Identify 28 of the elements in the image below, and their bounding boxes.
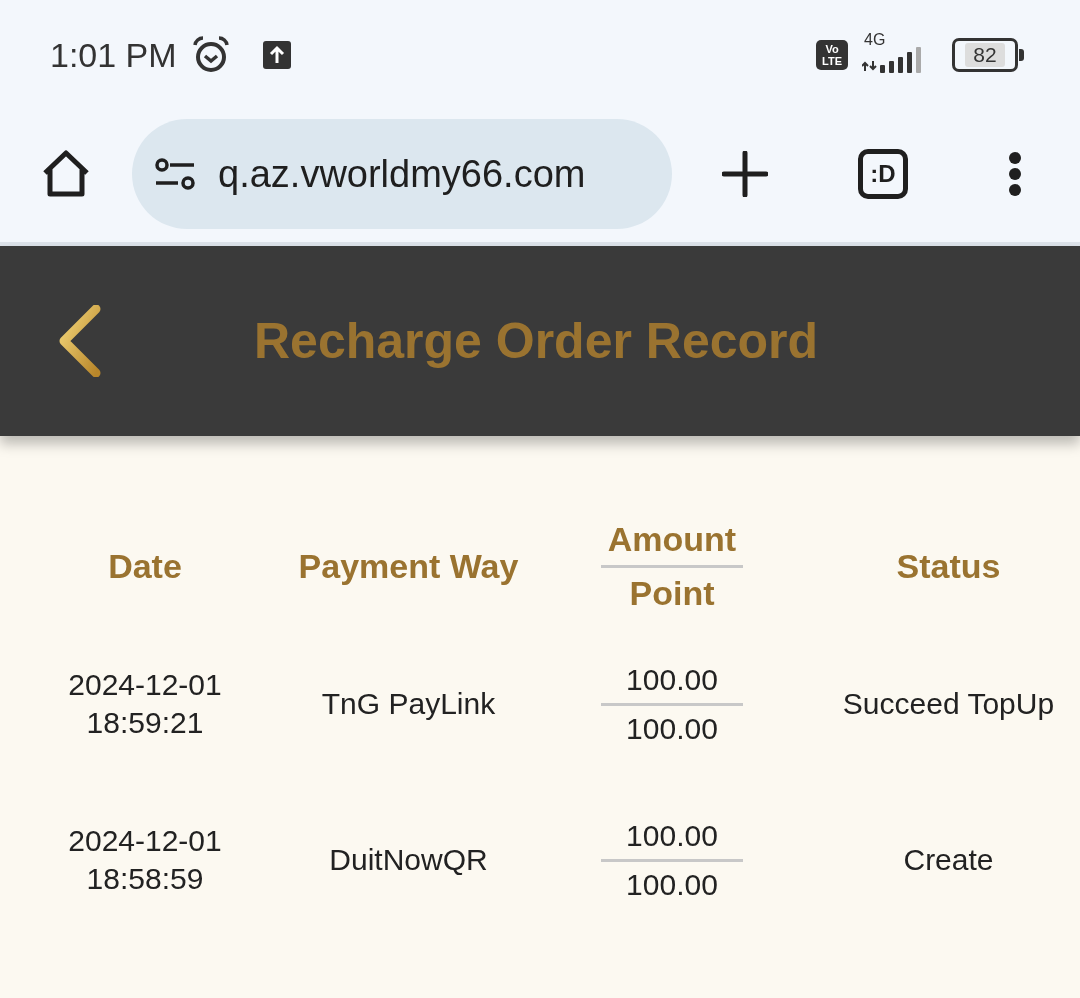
- new-tab-icon[interactable]: [722, 151, 768, 197]
- table-cell: 100.00: [601, 656, 743, 706]
- more-menu-icon[interactable]: [1008, 152, 1022, 196]
- table-cell-text: 100.00: [626, 866, 718, 903]
- tab-switcher-button[interactable]: :D: [858, 149, 908, 199]
- table-cell-text: Succeed TopUp: [842, 686, 1055, 722]
- address-bar[interactable]: q.az.vworldmy66.com: [132, 119, 672, 229]
- table-cell-text: TnG PayLink: [321, 686, 496, 722]
- upload-icon: [262, 41, 291, 69]
- table-cell-text: Create: [903, 842, 994, 878]
- column-header: Date: [108, 545, 182, 587]
- battery-indicator: 82: [952, 38, 1024, 72]
- table-cell-text: 100.00: [626, 710, 718, 747]
- url-text: q.az.vworldmy66.com: [218, 152, 586, 196]
- network-type: 4G: [864, 31, 886, 49]
- column-header: Payment Way: [298, 545, 519, 587]
- alarm-clock-icon: [190, 35, 231, 75]
- page-title: Recharge Order Record: [254, 312, 819, 370]
- volte-badge: Vo LTE: [816, 40, 848, 70]
- table-cell-text: DuitNowQR: [329, 842, 488, 878]
- table-cell-text: 2024-12-01 18:59:21: [67, 667, 223, 741]
- table-cell-text: 2024-12-01 18:58:59: [67, 823, 223, 897]
- column-header: Amount: [601, 513, 743, 568]
- table-cell: 100.00: [601, 812, 743, 862]
- column-header: Status: [896, 545, 1001, 587]
- site-settings-icon[interactable]: [154, 157, 196, 191]
- column-header: Point: [629, 572, 715, 614]
- clock-time: 1:01 PM: [50, 35, 177, 75]
